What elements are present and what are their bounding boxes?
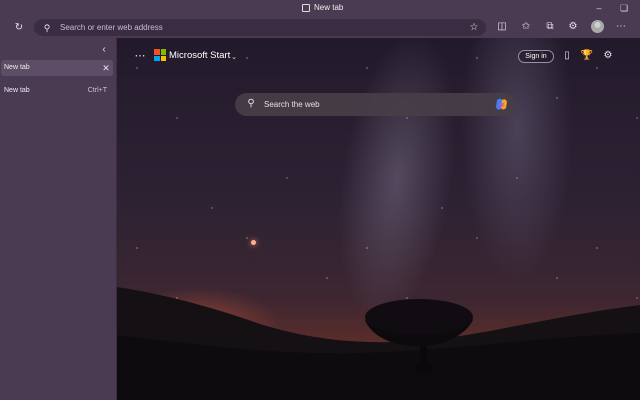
avatar[interactable]	[591, 20, 604, 33]
sign-in-button[interactable]: Sign in	[518, 50, 554, 63]
new-tab-label: New tab	[4, 87, 30, 94]
address-placeholder: Search or enter web address	[60, 23, 163, 32]
search-icon: ⚲	[43, 22, 51, 33]
new-tab-button[interactable]: New tab Ctrl+T	[1, 83, 113, 99]
window-title-text: New tab	[314, 3, 344, 12]
page-icon	[302, 3, 310, 12]
search-placeholder: Search the web	[264, 100, 320, 109]
extensions-icon[interactable]: ⚙	[566, 20, 580, 34]
refresh-icon[interactable]: ↻	[12, 21, 26, 35]
brand-name: Microsoft Start	[169, 50, 231, 61]
search-icon: ⚲	[247, 98, 255, 109]
minimize-icon[interactable]: –	[592, 2, 606, 14]
landscape-with-radio-telescope	[117, 287, 640, 400]
split-screen-icon[interactable]: ◫	[495, 20, 509, 34]
phone-icon[interactable]: ▯	[560, 49, 574, 63]
address-bar[interactable]: ⚲ Search or enter web address ☆	[34, 19, 486, 36]
apps-grid-icon[interactable]: ⋯	[133, 49, 147, 63]
close-icon[interactable]: ✕	[99, 61, 113, 75]
new-tab-page: ⋯ Microsoft Start ⌄ Sign in ▯ 🏆 ⚙ ⚲ Sear…	[117, 38, 640, 400]
planet	[251, 240, 256, 245]
chevron-left-icon[interactable]: ‹	[97, 43, 111, 57]
web-search-box[interactable]: ⚲ Search the web	[235, 93, 515, 116]
new-tab-shortcut: Ctrl+T	[87, 87, 107, 94]
favorites-icon[interactable]: ✩	[519, 20, 533, 34]
star-icon[interactable]: ☆	[467, 21, 481, 35]
window-title: New tab	[302, 3, 343, 12]
collections-icon[interactable]: ⧉	[543, 20, 557, 34]
rewards-icon[interactable]: 🏆	[580, 49, 594, 63]
title-bar: New tab – ❏	[0, 0, 640, 17]
more-icon[interactable]: ⋯	[614, 20, 628, 34]
copilot-icon[interactable]	[494, 97, 509, 112]
settings-icon[interactable]: ⚙	[601, 49, 615, 63]
chevron-down-icon[interactable]: ⌄	[227, 50, 241, 64]
microsoft-logo-icon	[154, 49, 166, 61]
restore-icon[interactable]: ❏	[617, 2, 631, 14]
tab-label: New tab	[4, 64, 30, 71]
tab-new-tab-active[interactable]: New tab ✕	[1, 60, 113, 76]
